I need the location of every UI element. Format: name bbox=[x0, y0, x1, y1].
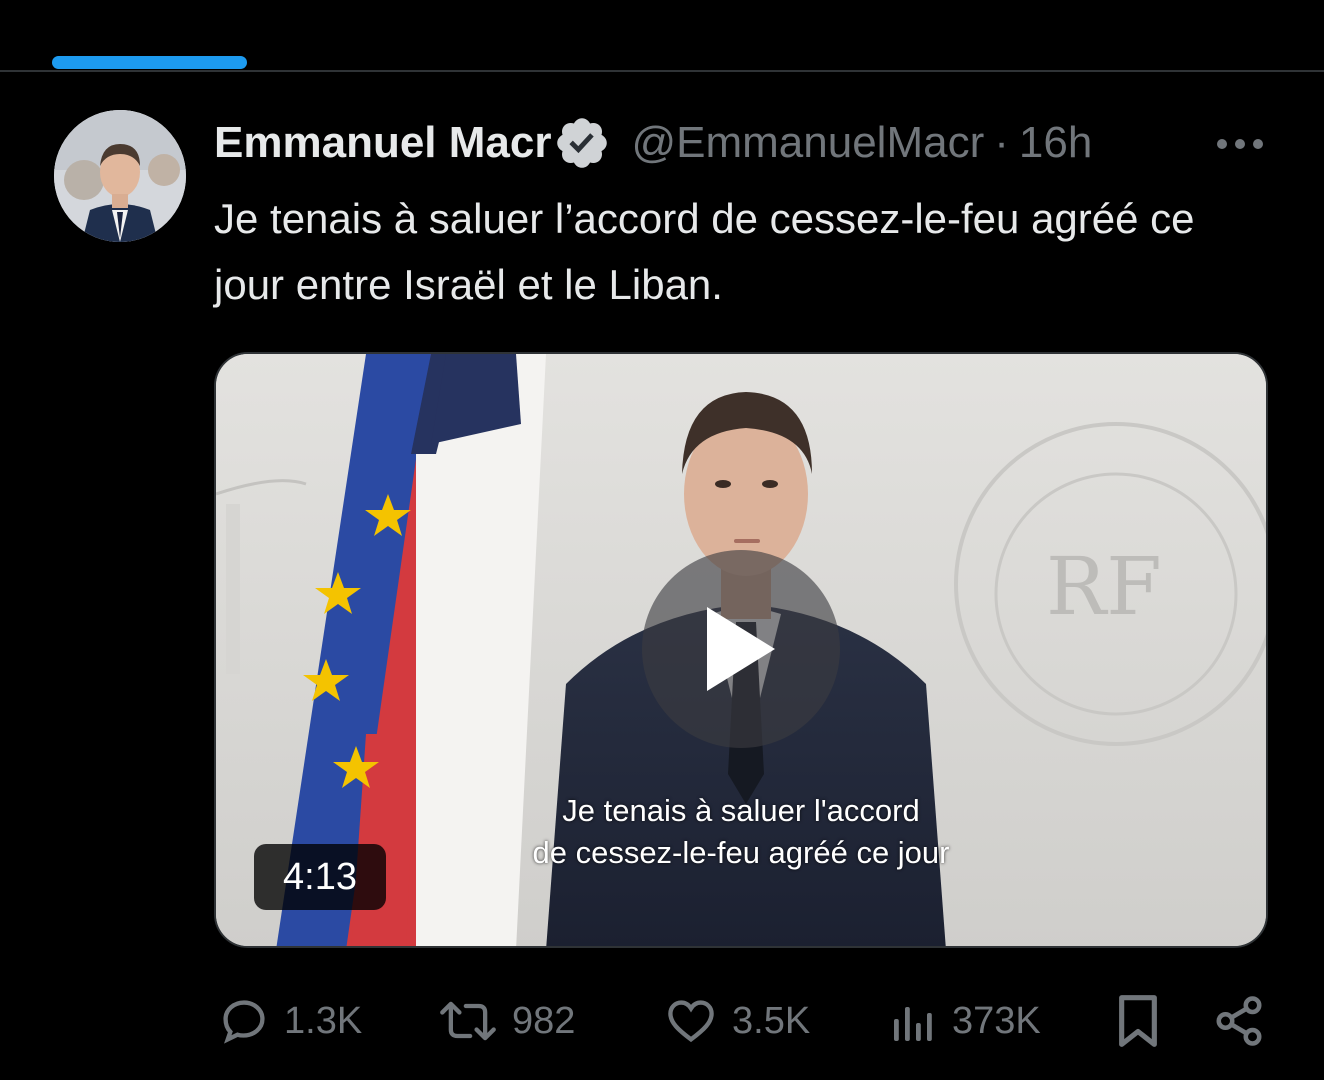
author-display-name[interactable]: Emmanuel Macr bbox=[214, 118, 551, 168]
video-subtitle: Je tenais à saluer l'accord de cessez-le… bbox=[466, 790, 1016, 874]
repost-count: 982 bbox=[512, 999, 576, 1042]
tab-divider bbox=[0, 70, 1324, 72]
separator-dot: · bbox=[994, 118, 1009, 167]
reply-button[interactable]: 1.3K bbox=[218, 990, 362, 1052]
verified-badge-icon bbox=[557, 118, 608, 168]
video-player[interactable]: RF Je tenais à saluer l'accord de cessez… bbox=[214, 352, 1268, 948]
tweet-text: Je tenais à saluer l’accord de cessez-le… bbox=[214, 195, 1195, 308]
active-tab-indicator bbox=[52, 56, 247, 69]
share-button[interactable] bbox=[1212, 990, 1266, 1052]
reply-icon bbox=[223, 1000, 265, 1044]
more-horizontal-icon[interactable] bbox=[1212, 120, 1268, 168]
play-icon bbox=[707, 607, 775, 691]
views-icon bbox=[894, 1007, 932, 1041]
share-icon bbox=[1216, 996, 1262, 1046]
tweet-header: Emmanuel Macr @EmmanuelMacr · 16h bbox=[214, 112, 1274, 174]
author-handle[interactable]: @EmmanuelMacr bbox=[631, 118, 984, 168]
video-duration-badge: 4:13 bbox=[254, 844, 386, 910]
subtitle-line-2: de cessez-le-feu agréé ce jour bbox=[532, 835, 950, 870]
tweet-view: Emmanuel Macr @EmmanuelMacr · 16h Je ten… bbox=[0, 0, 1324, 1080]
svg-text:RF: RF bbox=[1046, 540, 1162, 633]
repost-icon bbox=[440, 1001, 496, 1041]
subtitle-line-1: Je tenais à saluer l'accord bbox=[562, 793, 920, 828]
like-count: 3.5K bbox=[732, 999, 811, 1042]
views-count: 373K bbox=[952, 999, 1041, 1042]
like-button[interactable]: 3.5K bbox=[664, 990, 810, 1052]
repost-button[interactable]: 982 bbox=[438, 990, 575, 1052]
views-button[interactable]: 373K bbox=[890, 990, 1041, 1052]
tweet-timestamp[interactable]: 16h bbox=[1019, 118, 1092, 168]
tweet-actions: 1.3K 982 3.5K 373K bbox=[214, 990, 1274, 1052]
avatar[interactable] bbox=[54, 110, 186, 242]
play-button[interactable] bbox=[642, 550, 840, 748]
bookmark-icon bbox=[1119, 995, 1157, 1047]
like-icon bbox=[668, 1000, 714, 1043]
tab-bar bbox=[0, 0, 1324, 72]
bookmark-button[interactable] bbox=[1114, 990, 1162, 1052]
reply-count: 1.3K bbox=[284, 999, 363, 1042]
